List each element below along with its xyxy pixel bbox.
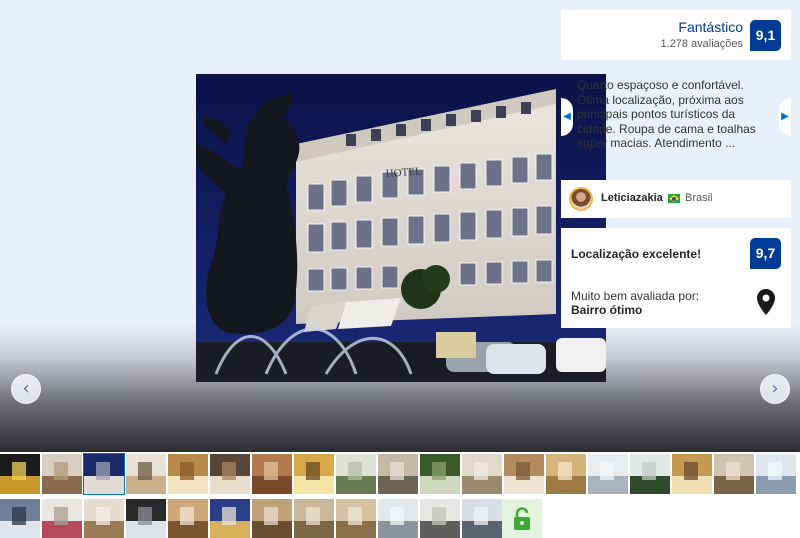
- thumbnail-image: [54, 507, 68, 525]
- brazil-flag-icon: [668, 194, 680, 203]
- thumbnail-image: [516, 462, 530, 480]
- thumbnail-image: [138, 507, 152, 525]
- gallery-thumbnail[interactable]: [588, 454, 628, 494]
- location-score-badge: 9,7: [750, 238, 781, 269]
- thumbnail-image: [12, 462, 26, 480]
- gallery-thumbnail[interactable]: [252, 499, 292, 538]
- review-next-button[interactable]: ▶: [779, 98, 791, 136]
- thumbnail-image: [306, 462, 320, 480]
- thumbnail-strip: [0, 453, 800, 538]
- thumbnail-image: [12, 507, 26, 525]
- triangle-right-icon: ▶: [781, 111, 789, 122]
- gallery-thumbnail[interactable]: [714, 454, 754, 494]
- reviewer-info: Leticiazakia Brasil: [561, 180, 791, 218]
- gallery-thumbnail[interactable]: [294, 499, 334, 538]
- thumbnail-image: [222, 507, 236, 525]
- main-photo[interactable]: HOTEL: [196, 74, 606, 382]
- thumbnail-image: [54, 462, 68, 480]
- gallery-thumbnail[interactable]: [462, 454, 502, 494]
- thumbnail-image: [768, 462, 782, 480]
- gallery-thumbnail[interactable]: [378, 454, 418, 494]
- gallery-thumbnail[interactable]: [126, 499, 166, 538]
- location-subtitle: Muito bem avaliada por:: [571, 289, 700, 303]
- gallery-thumbnail[interactable]: [672, 454, 712, 494]
- location-score-card[interactable]: Localização excelente! 9,7 Muito bem ava…: [561, 228, 791, 328]
- hotel-photo-illustration: HOTEL: [196, 74, 606, 382]
- gallery-thumbnail[interactable]: [336, 499, 376, 538]
- score-label: Fantástico: [678, 19, 743, 35]
- reviewer-country: Brasil: [685, 192, 713, 204]
- gallery-thumbnail[interactable]: [756, 454, 796, 494]
- thumbnail-image: [432, 507, 446, 525]
- thumbnail-image: [432, 462, 446, 480]
- thumbnail-image: [264, 507, 278, 525]
- gallery-thumbnail[interactable]: [420, 499, 460, 538]
- gallery-thumbnail[interactable]: [378, 499, 418, 538]
- thumbnail-image: [180, 462, 194, 480]
- triangle-left-icon: ◀: [563, 111, 571, 122]
- gallery-thumbnail[interactable]: [504, 454, 544, 494]
- thumbnail-image: [264, 462, 278, 480]
- thumbnail-image: [684, 462, 698, 480]
- gallery-thumbnail[interactable]: [42, 454, 82, 494]
- hotel-sign-text: HOTEL: [385, 165, 422, 180]
- gallery-thumbnail[interactable]: [83, 453, 125, 495]
- gallery-thumbnail[interactable]: [462, 499, 502, 538]
- review-score-card[interactable]: Fantástico 1.278 avaliações 9,1: [561, 10, 791, 60]
- gallery-thumbnail[interactable]: [294, 454, 334, 494]
- gallery-thumbnail[interactable]: [420, 454, 460, 494]
- gallery-thumbnail[interactable]: [630, 454, 670, 494]
- reviewer-name: Leticiazakia: [601, 192, 663, 204]
- thumbnail-image: [474, 462, 488, 480]
- thumbnail-image: [390, 462, 404, 480]
- thumbnail-image: [222, 462, 236, 480]
- map-pin-icon: [757, 289, 775, 315]
- avatar: [569, 187, 593, 211]
- thumbnail-image: [390, 507, 404, 525]
- reviews-count: 1.278 avaliações: [660, 38, 743, 50]
- thumbnail-image: [96, 462, 110, 480]
- unlock-icon[interactable]: [502, 499, 542, 538]
- guest-review: ◀ Quarto espaçoso e confortável. Ótima l…: [561, 66, 791, 176]
- thumbnail-image: [726, 462, 740, 480]
- thumbnail-image: [138, 462, 152, 480]
- gallery-thumbnail[interactable]: [42, 499, 82, 538]
- chevron-right-icon[interactable]: ›: [760, 374, 790, 404]
- gallery-thumbnail[interactable]: [210, 499, 250, 538]
- gallery-thumbnail[interactable]: [336, 454, 376, 494]
- review-prev-button[interactable]: ◀: [561, 98, 573, 136]
- thumbnail-image: [558, 462, 572, 480]
- thumbnail-image: [348, 507, 362, 525]
- thumbnail-image: [474, 507, 488, 525]
- gallery-thumbnail[interactable]: [168, 499, 208, 538]
- unlock-glyph: [514, 507, 530, 530]
- gallery-thumbnail[interactable]: [0, 454, 40, 494]
- review-text: Quarto espaçoso e confortável. Ótima loc…: [577, 78, 756, 150]
- gallery-thumbnail[interactable]: [210, 454, 250, 494]
- thumbnail-image: [600, 462, 614, 480]
- gallery-thumbnail[interactable]: [546, 454, 586, 494]
- gallery-thumbnail[interactable]: [168, 454, 208, 494]
- gallery-thumbnail[interactable]: [252, 454, 292, 494]
- thumbnail-image: [348, 462, 362, 480]
- chevron-left-icon[interactable]: ‹: [11, 374, 41, 404]
- thumbnail-image: [642, 462, 656, 480]
- thumbnail-image: [180, 507, 194, 525]
- location-highlight: Bairro ótimo: [571, 303, 643, 317]
- location-title: Localização excelente!: [571, 247, 702, 261]
- gallery-thumbnail[interactable]: [0, 499, 40, 538]
- gallery-thumbnail[interactable]: [126, 454, 166, 494]
- score-badge: 9,1: [750, 20, 781, 51]
- thumbnail-image: [306, 507, 320, 525]
- thumbnail-image: [96, 507, 110, 525]
- gallery-thumbnail[interactable]: [84, 499, 124, 538]
